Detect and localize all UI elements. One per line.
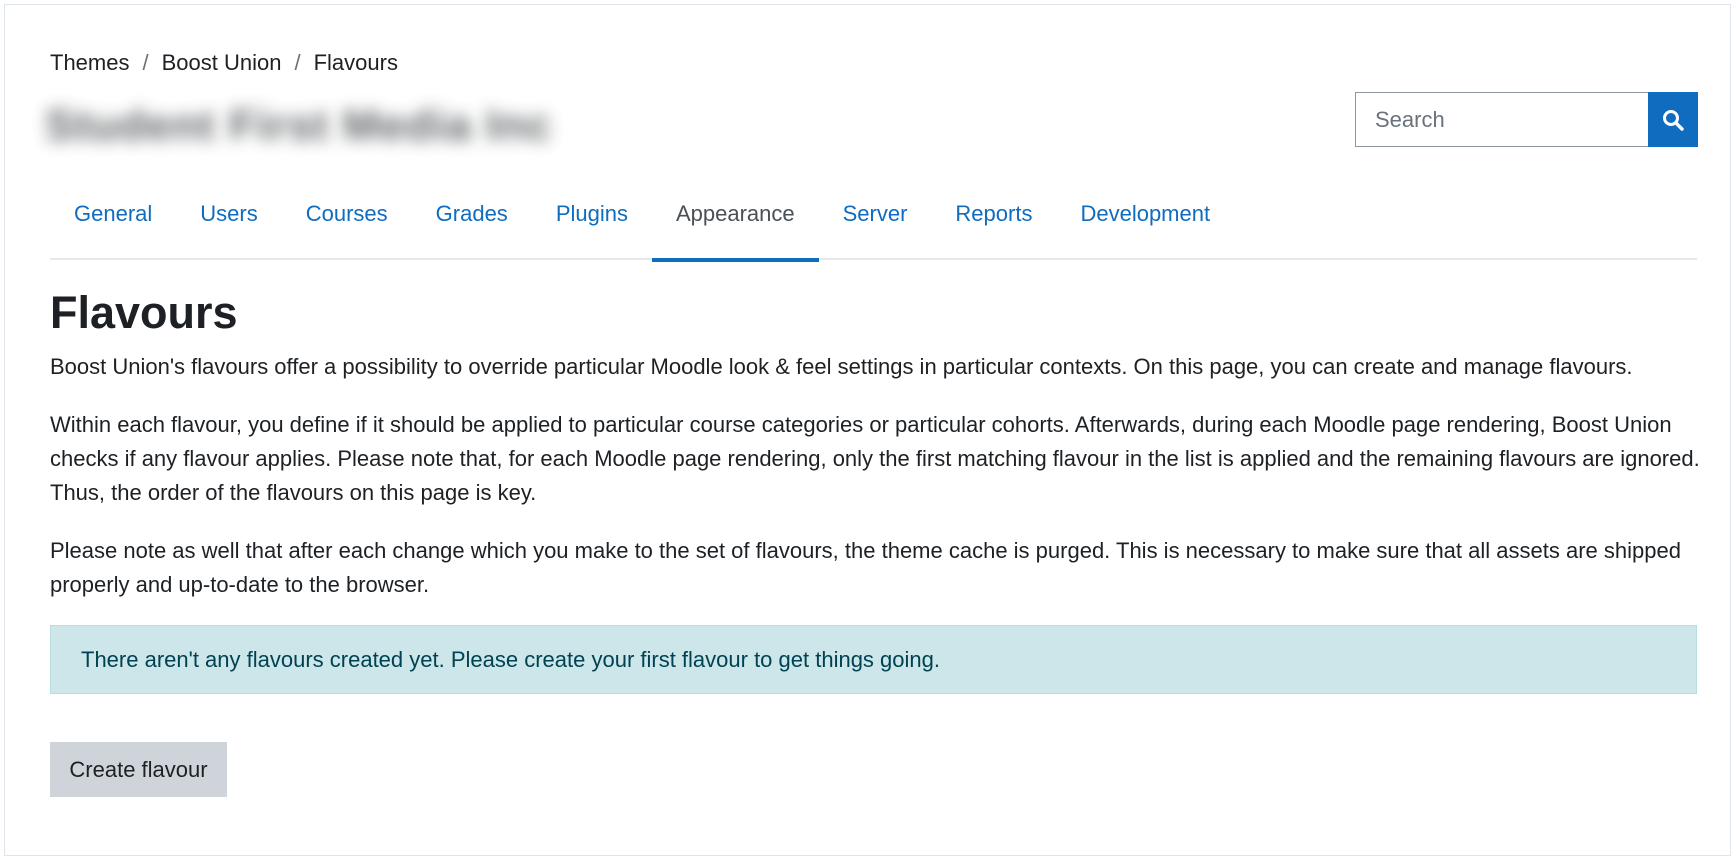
breadcrumb: Themes / Boost Union / Flavours	[50, 49, 398, 77]
site-name-blurred: Student First Media Inc	[45, 101, 553, 150]
tab-reports[interactable]: Reports	[931, 188, 1056, 260]
search-icon	[1663, 109, 1684, 131]
no-flavours-alert: There aren't any flavours created yet. P…	[50, 625, 1697, 694]
tab-users[interactable]: Users	[176, 188, 281, 260]
breadcrumb-item-flavours: Flavours	[313, 50, 398, 75]
intro-paragraph: Boost Union's flavours offer a possibili…	[50, 354, 1633, 379]
search-button[interactable]	[1648, 92, 1698, 147]
breadcrumb-separator: /	[142, 50, 149, 75]
tab-plugins[interactable]: Plugins	[532, 188, 652, 260]
search-input[interactable]	[1355, 92, 1648, 147]
tab-general[interactable]: General	[50, 188, 176, 260]
search-form	[1355, 92, 1698, 147]
page-title: Flavours	[50, 287, 238, 338]
tab-courses[interactable]: Courses	[282, 188, 412, 260]
flavour-rules-paragraph: Within each flavour, you define if it sh…	[50, 412, 1700, 505]
breadcrumb-item-boost-union[interactable]: Boost Union	[162, 49, 282, 77]
tab-grades[interactable]: Grades	[412, 188, 532, 260]
cache-note-paragraph: Please note as well that after each chan…	[50, 538, 1681, 597]
breadcrumb-separator: /	[294, 50, 301, 75]
tab-server[interactable]: Server	[819, 188, 932, 260]
page-frame: Themes / Boost Union / Flavours Student …	[4, 4, 1731, 856]
breadcrumb-item-themes[interactable]: Themes	[50, 49, 129, 77]
create-flavour-button[interactable]: Create flavour	[50, 742, 227, 797]
tab-development[interactable]: Development	[1056, 188, 1234, 260]
tab-appearance[interactable]: Appearance	[651, 188, 819, 262]
admin-tabs: General Users Courses Grades Plugins App…	[50, 188, 1697, 262]
